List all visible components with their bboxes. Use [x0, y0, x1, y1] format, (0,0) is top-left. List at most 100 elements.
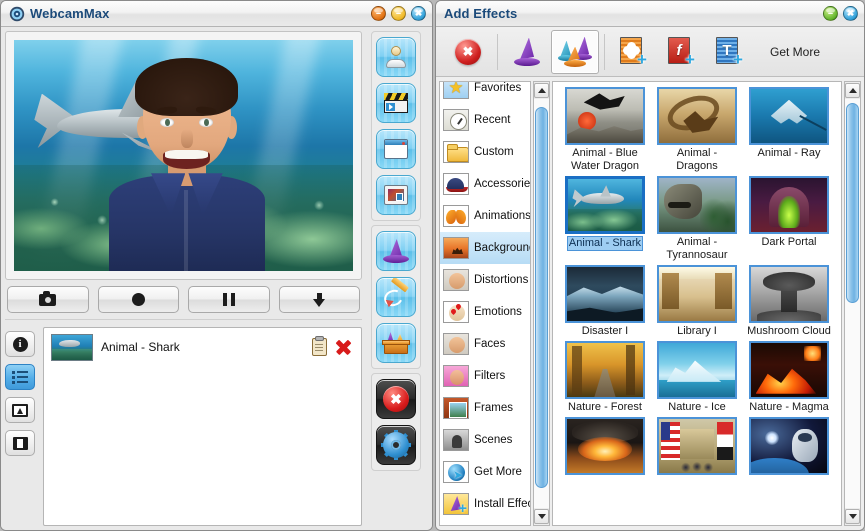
effect-item[interactable] [745, 417, 833, 477]
category-item-accessories[interactable]: Accessories [440, 168, 530, 200]
main-titlebar: WebcamMax – – ✖ [1, 1, 432, 27]
minimize-button[interactable]: – [823, 6, 838, 21]
doodle-button[interactable] [376, 277, 416, 317]
scroll-down-arrow-icon[interactable] [845, 509, 860, 524]
effect-item[interactable]: Nature - Forest [561, 341, 649, 414]
person-hair [135, 58, 239, 116]
add-image-icon: + [620, 36, 648, 68]
category-item-frames[interactable]: Frames [440, 392, 530, 424]
category-scroll-thumb[interactable] [535, 107, 548, 488]
effect-item[interactable]: Library I [653, 265, 741, 338]
effect-thumbnail [749, 265, 829, 323]
applied-effects-list[interactable]: Animal - Shark [43, 327, 362, 526]
effect-label: Disaster I [581, 325, 629, 337]
add-text-button[interactable]: T + [706, 30, 754, 74]
category-item-backgrounds[interactable]: Backgrounds [440, 232, 530, 264]
frame-picture-icon [384, 185, 408, 205]
effect-item[interactable] [653, 417, 741, 477]
minimize-button[interactable]: – [371, 6, 386, 21]
avatar-button[interactable] [376, 37, 416, 77]
effect-thumbnail [749, 417, 829, 475]
effect-item[interactable]: Disaster I [561, 265, 649, 338]
add-picture-button[interactable]: + [610, 30, 658, 74]
effect-item[interactable]: Dark Portal [745, 176, 833, 262]
close-button[interactable]: ✖ [843, 6, 858, 21]
effects-grid[interactable]: Animal - Blue Water Dragon Animal - Drag… [552, 81, 842, 526]
category-label: Favorites [474, 81, 522, 94]
category-label: Frames [474, 401, 513, 414]
main-left-column: i Animal - Shark [5, 31, 362, 526]
effects-button[interactable] [376, 231, 416, 271]
person-shirt-placket [183, 190, 188, 271]
multi-effect-button[interactable] [551, 29, 599, 74]
download-button[interactable] [278, 286, 360, 313]
category-item-recent[interactable]: Recent [440, 104, 530, 136]
effect-item[interactable]: Animal - Blue Water Dragon [561, 87, 649, 173]
red-x-icon[interactable] [335, 339, 351, 355]
category-scrollbar[interactable] [533, 81, 550, 526]
webcam-preview[interactable] [14, 40, 353, 271]
scroll-up-arrow-icon[interactable] [534, 83, 549, 98]
scroll-down-arrow-icon[interactable] [534, 509, 549, 524]
get-more-label[interactable]: Get More [770, 45, 820, 59]
effect-label: Animal - Dragons [676, 147, 718, 172]
effect-label: Nature - Magma [749, 401, 829, 413]
snapshot-button[interactable] [7, 286, 89, 313]
effect-item[interactable]: Mushroom Cloud [745, 265, 833, 338]
effects-scroll-track[interactable] [845, 99, 860, 508]
category-item-scenes[interactable]: Scenes [440, 424, 530, 456]
maximize-button[interactable]: – [391, 6, 406, 21]
scroll-up-arrow-icon[interactable] [845, 83, 860, 98]
settings-button[interactable] [376, 425, 416, 465]
clipboard-icon[interactable] [312, 336, 327, 356]
list-view-buttons: i [5, 327, 37, 526]
effects-list-button[interactable] [5, 364, 35, 390]
my-effects-button[interactable] [376, 323, 416, 363]
scene-icon [443, 429, 469, 451]
effect-thumbnail [657, 265, 737, 323]
desktop-window-button[interactable] [376, 129, 416, 169]
single-effect-button[interactable] [503, 30, 551, 74]
close-button[interactable]: ✖ [411, 6, 426, 21]
picture-icon [12, 403, 28, 417]
category-scroll-track[interactable] [534, 99, 549, 508]
category-item-faces[interactable]: Faces [440, 328, 530, 360]
category-label: Accessories [474, 177, 531, 190]
pause-button[interactable] [188, 286, 270, 313]
category-item-custom[interactable]: Custom [440, 136, 530, 168]
effect-item[interactable]: Nature - Magma [745, 341, 833, 414]
effect-item[interactable]: Animal - Dragons [653, 87, 741, 173]
list-icon [12, 370, 28, 384]
effect-thumbnail [657, 417, 737, 475]
list-item[interactable]: Animal - Shark [48, 332, 357, 362]
stop-all-button[interactable] [376, 379, 416, 419]
effects-window-controls: – ✖ [823, 6, 858, 21]
effects-grid-scrollbar[interactable] [844, 81, 861, 526]
record-button[interactable] [97, 286, 179, 313]
effect-item-selected[interactable]: Animal - Shark [561, 176, 649, 262]
category-item-filters[interactable]: Filters [440, 360, 530, 392]
effect-thumbnail [51, 333, 93, 361]
effect-item[interactable] [561, 417, 649, 477]
category-item-animations[interactable]: Animations [440, 200, 530, 232]
effect-item[interactable]: Animal - Tyrannosaur [653, 176, 741, 262]
effect-item[interactable]: Nature - Ice [653, 341, 741, 414]
category-list[interactable]: Favorites Recent Custom Accessories [439, 81, 531, 526]
category-item-install-effects[interactable]: Install Effects [440, 488, 530, 520]
category-item-distortions[interactable]: Distortions [440, 264, 530, 296]
info-button[interactable]: i [5, 331, 35, 357]
picture-in-picture-button[interactable] [376, 175, 416, 215]
image-button[interactable] [5, 397, 35, 423]
clear-effects-button[interactable] [444, 30, 492, 74]
effects-scroll-thumb[interactable] [846, 103, 859, 304]
effect-item[interactable]: Animal - Ray [745, 87, 833, 173]
webcam-logo-icon [9, 6, 25, 21]
desert-icon [443, 237, 469, 259]
category-item-get-more[interactable]: Get More [440, 456, 530, 488]
add-flash-button[interactable]: f + [658, 30, 706, 74]
category-label: Scenes [474, 433, 513, 446]
category-item-favorites[interactable]: Favorites [440, 81, 530, 104]
video-clip-button[interactable] [376, 83, 416, 123]
category-item-emotions[interactable]: Emotions [440, 296, 530, 328]
video-button[interactable] [5, 430, 35, 456]
